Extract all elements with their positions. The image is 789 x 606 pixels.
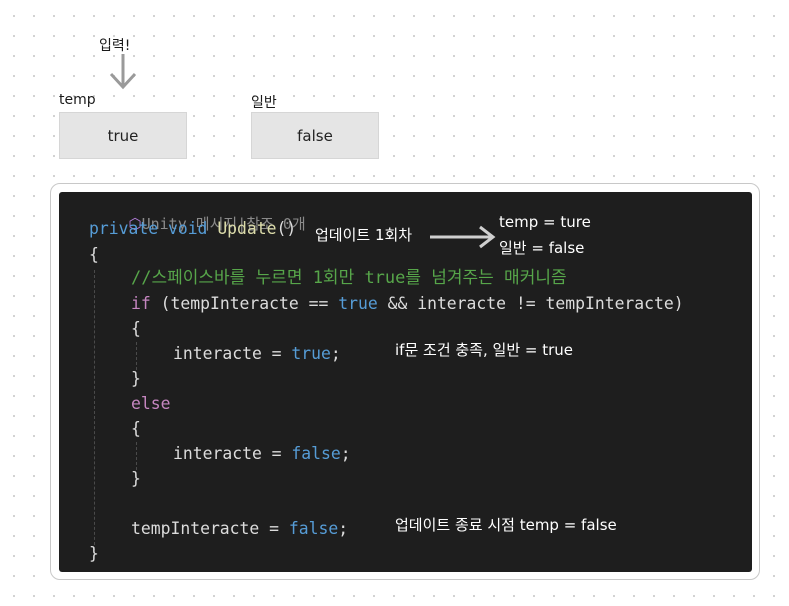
if-condition-b: && interacte != tempInteracte) [377, 294, 684, 313]
code-line-if: if (tempInteracte == true && interacte !… [131, 294, 684, 314]
if-condition-a: (tempInteracte == [150, 294, 339, 313]
code-line-open-brace: { [89, 245, 99, 265]
temp-label: temp [59, 92, 96, 108]
brace-close: } [89, 544, 99, 563]
temp-value: true [107, 126, 139, 145]
note-update-once: 업데이트 1회차 [315, 226, 413, 244]
keyword-private: private [89, 219, 159, 238]
indent-guide-if-block [136, 342, 137, 370]
note-normal-false: 일반 = false [499, 239, 585, 257]
code-line-else-close: } [131, 469, 141, 489]
code-comment: //스페이스바를 누르면 1회만 true를 넘겨주는 매커니즘 [131, 268, 567, 288]
keyword-void: void [167, 219, 208, 238]
code-line-if-close: } [131, 369, 141, 389]
code-line-signature: private void Update() [89, 219, 296, 239]
code-line-comment: //스페이스바를 누르면 1회만 true를 넘겨주는 매커니즘 [131, 268, 567, 288]
assign-interacte: interacte = [173, 444, 292, 463]
value-false: false [291, 444, 341, 463]
value-false: false [288, 519, 339, 538]
keyword-if: if [131, 294, 151, 313]
method-name: Update [217, 219, 277, 238]
brace-open: { [131, 319, 141, 338]
keyword-else: else [131, 394, 171, 413]
normal-value-box: false [251, 112, 379, 159]
temp-value-box: true [59, 112, 187, 159]
note-temp-ture: temp = ture [499, 213, 591, 231]
normal-label: 일반 [251, 95, 277, 111]
assign-temp-interacte: tempInteracte = [131, 519, 289, 538]
right-arrow-icon [430, 225, 496, 249]
note-if-condition: if문 조건 충족, 일반 = true [395, 341, 574, 359]
input-label: 입력! [99, 38, 131, 54]
assign-interacte: interacte = [173, 344, 292, 363]
value-true: true [291, 344, 331, 363]
semicolon: ; [338, 519, 349, 538]
down-arrow-icon [109, 54, 137, 90]
indent-guide-else-block [136, 442, 137, 470]
brace-close: } [131, 469, 141, 488]
code-line-else-open: { [131, 419, 141, 439]
code-line-close-brace: } [89, 544, 99, 564]
code-line-assign-true: interacte = true; [173, 344, 341, 364]
brace-close: } [131, 369, 141, 388]
brace-open: { [89, 245, 99, 264]
note-update-end: 업데이트 종료 시점 temp = false [395, 516, 617, 534]
code-line-else: else [131, 394, 170, 414]
semicolon: ; [340, 444, 351, 463]
method-parens: () [276, 219, 297, 238]
keyword-true: true [338, 294, 378, 313]
code-line-if-open: { [131, 319, 141, 339]
code-line-temp-reset: tempInteracte = false; [131, 519, 348, 539]
normal-value: false [297, 126, 333, 145]
semicolon: ; [330, 344, 341, 363]
code-editor: ⬡Unity 메시지|참조 0개 private void Update() {… [59, 192, 752, 572]
indent-guide-main [94, 270, 95, 550]
code-line-assign-false: interacte = false; [173, 444, 351, 464]
brace-open: { [131, 419, 141, 438]
